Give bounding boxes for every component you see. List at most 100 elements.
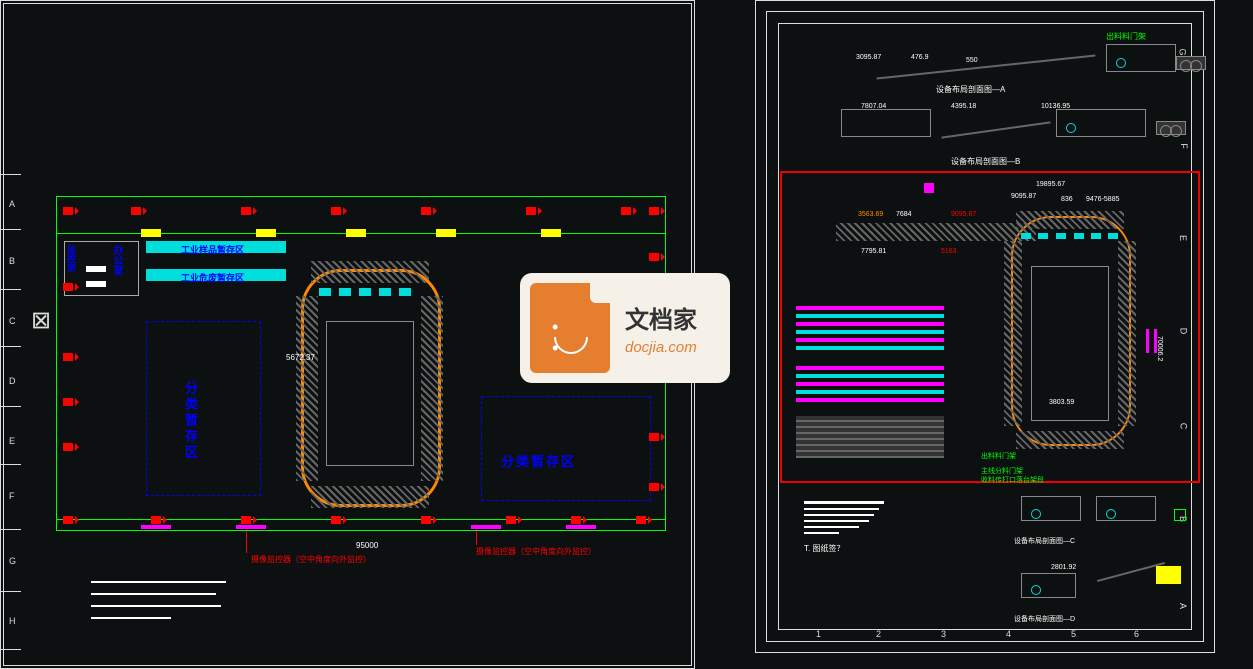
title-line (804, 508, 879, 510)
machine (1056, 233, 1066, 239)
dim-room: 5672.37 (286, 353, 315, 362)
dim-d11: 836 (1061, 196, 1073, 203)
camera-icon (421, 514, 435, 526)
grid-row-e: E (9, 436, 15, 446)
dim-d5: 4395.18 (951, 103, 976, 110)
grid-tick (1, 649, 21, 650)
magenta-marker (1146, 329, 1149, 353)
equipment (1031, 509, 1041, 519)
door-marker (541, 229, 561, 237)
section-a-title: 设备布局剖面图—A (936, 84, 1005, 95)
grid-row-d: D (9, 376, 16, 386)
upper-label-2: 工业危废暂存区 (181, 271, 244, 284)
watermark-url: docjia.com (625, 339, 697, 356)
legend-table-2 (796, 366, 944, 404)
title-line (804, 520, 869, 522)
ramp (1097, 562, 1165, 582)
door-marker (436, 229, 456, 237)
center-equipment (1031, 266, 1109, 421)
machine (399, 288, 411, 296)
machine (339, 288, 351, 296)
camera-icon (63, 281, 77, 293)
grid-col-2: 2 (876, 629, 881, 639)
annotation-right: 摄像监控器（空中角度向外监控） (476, 546, 596, 557)
green-box (1174, 509, 1186, 521)
machine (1038, 233, 1048, 239)
building-section (1021, 573, 1076, 598)
conveyor-segment (836, 223, 1036, 241)
upper-label-1: 工业样品暂存区 (181, 243, 244, 256)
section-b-title: 设备布局剖面图—B (951, 156, 1020, 167)
camera-icon (649, 481, 663, 493)
grid-row-b: B (9, 256, 15, 266)
magenta-segment (566, 525, 596, 529)
table-row (796, 314, 944, 318)
dim-d19: 2801.92 (1051, 564, 1076, 571)
dim-d9: 3563.69 (858, 211, 883, 218)
table-row (796, 346, 944, 350)
grid-row-a: A (9, 199, 15, 209)
grid-tick (1, 464, 21, 465)
title-line (804, 514, 874, 516)
camera-icon (421, 205, 435, 217)
camera-icon (621, 205, 635, 217)
conveyor-segment (311, 261, 429, 283)
camera-icon (331, 205, 345, 217)
dim-d10: 7684 (896, 211, 912, 218)
table-row (796, 366, 944, 370)
label-conveyor: 收料传打口落台架段 (981, 475, 1044, 485)
table-row (796, 306, 944, 310)
camera-icon (63, 396, 77, 408)
door-marker (346, 229, 366, 237)
machine (1074, 233, 1084, 239)
truck-icon (1176, 56, 1206, 70)
grid-col-6: 6 (1134, 629, 1139, 639)
section-a-view (816, 36, 1196, 91)
dim-d8b: 9095.87 (951, 211, 976, 218)
left-area-box (146, 321, 261, 496)
camera-icon (636, 514, 650, 526)
dim-d7: 19895.67 (1036, 181, 1065, 188)
watermark-title: 文档家 (625, 300, 697, 335)
grid-row-g: G (9, 556, 16, 566)
magenta-marker (924, 183, 934, 193)
table-row (796, 398, 944, 402)
grid-col-4: 4 (1006, 629, 1011, 639)
leader-line (246, 531, 247, 553)
building-left (841, 109, 931, 137)
yellow-equipment (1156, 566, 1181, 584)
equipment-circle (1116, 58, 1126, 68)
equipment (1031, 585, 1041, 595)
grid-col-3: 3 (941, 629, 946, 639)
grid-tick (1, 346, 21, 347)
camera-icon (649, 205, 663, 217)
x-marker-icon: ⊠ (31, 309, 51, 333)
building-section (1096, 496, 1156, 521)
conveyor-segment (1118, 241, 1136, 426)
office-label: 办公室 (109, 245, 124, 275)
camera-icon (526, 205, 540, 217)
grid-col-5: 5 (1071, 629, 1076, 639)
dim-d4: 7807.04 (861, 103, 886, 110)
grid-tick (1, 174, 21, 175)
table-row (796, 330, 944, 334)
machine (1091, 233, 1101, 239)
door-marker (256, 229, 276, 237)
grid-tick (1, 529, 21, 530)
camera-icon (63, 441, 77, 453)
desk (86, 266, 106, 272)
grid-col-1: 1 (816, 629, 821, 639)
annotation-left: 摄像监控器（空中角度向外监控） (251, 554, 371, 565)
machine (1108, 233, 1118, 239)
camera-icon (63, 205, 77, 217)
smiley-icon (548, 325, 592, 355)
ramp-line (941, 121, 1050, 138)
title-line (91, 617, 171, 619)
camera-icon (331, 514, 345, 526)
magenta-segment (141, 525, 171, 529)
table-row (796, 382, 944, 386)
dim-d12: 9476-5885 (1086, 196, 1119, 203)
camera-icon (63, 351, 77, 363)
dim-d8: 9095.87 (1011, 193, 1036, 200)
section-green-label: 出料料门架 (1106, 31, 1146, 42)
